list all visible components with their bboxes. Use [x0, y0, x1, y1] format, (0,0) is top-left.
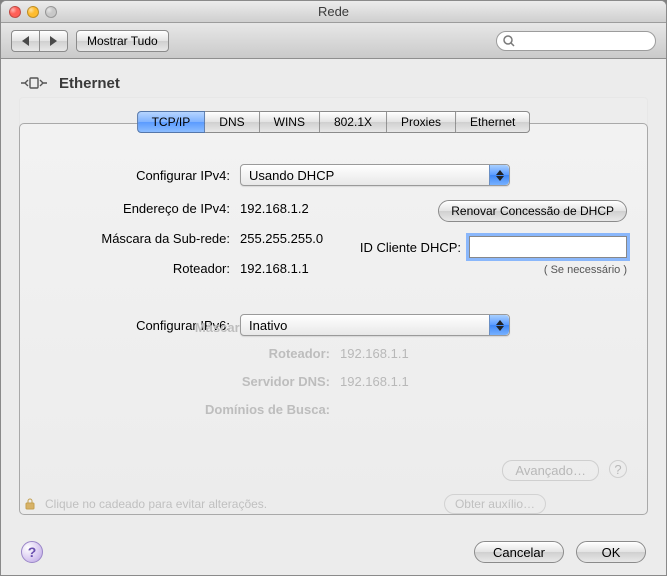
dhcp-client-id-input[interactable] — [469, 236, 627, 258]
close-icon[interactable] — [9, 6, 21, 18]
search-field[interactable] — [496, 31, 656, 51]
interface-header: Ethernet — [19, 73, 648, 93]
dhcp-client-id-label: ID Cliente DHCP: — [360, 240, 461, 255]
tab-proxies[interactable]: Proxies — [387, 111, 456, 133]
ghost-row: Servidor DNS:192.168.1.1 — [160, 374, 617, 389]
ghost-lock-row: Clique no cadeado para evitar alterações… — [23, 497, 267, 511]
dialog-footer: ? Cancelar OK — [1, 529, 666, 575]
tab-dns[interactable]: DNS — [205, 111, 259, 133]
window-title: Rede — [1, 4, 666, 19]
search-icon — [503, 35, 515, 47]
nav-buttons — [11, 30, 68, 52]
tcpip-pane: Máscara de Sub-rede:255.255.255.0 Rotead… — [19, 123, 648, 515]
ipv6-method-value: Inativo — [249, 318, 287, 333]
ipv4-mask-label: Máscara da Sub-rede: — [40, 231, 230, 246]
ipv4-router-label: Roteador: — [40, 261, 230, 276]
ipv6-method-dropdown[interactable]: Inativo — [240, 314, 510, 336]
ethernet-icon — [19, 73, 49, 93]
traffic-lights — [9, 6, 57, 18]
ipv4-configure-label: Configurar IPv4: — [40, 168, 230, 183]
minimize-icon[interactable] — [27, 6, 39, 18]
ipv4-router-value: 192.168.1.1 — [240, 261, 323, 276]
dropdown-arrows-icon — [489, 315, 509, 335]
preferences-window: Rede Mostrar Tudo — [0, 0, 667, 576]
ipv4-method-dropdown[interactable]: Usando DHCP — [240, 164, 510, 186]
dropdown-arrows-icon — [489, 165, 509, 185]
content-area: Ethernet TCP/IP DNS WINS 802.1X Proxies … — [1, 59, 666, 529]
zoom-icon[interactable] — [45, 6, 57, 18]
ghost-advanced: Avançado… ? — [160, 460, 627, 481]
dhcp-client-id-hint: ( Se necessário ) — [544, 264, 627, 276]
ipv4-address-label: Endereço de IPv4: — [40, 201, 230, 216]
tab-panel: TCP/IP DNS WINS 802.1X Proxies Ethernet … — [19, 111, 648, 515]
tab-tcpip[interactable]: TCP/IP — [137, 111, 206, 133]
ipv4-form: Configurar IPv4: Usando DHCP Endereço de… — [40, 164, 627, 336]
help-button[interactable]: ? — [21, 541, 43, 563]
back-button[interactable] — [11, 30, 39, 52]
ipv4-mask-value: 255.255.255.0 — [240, 231, 323, 246]
search-input[interactable] — [519, 33, 667, 49]
ok-button[interactable]: OK — [576, 541, 646, 563]
titlebar: Rede — [1, 1, 666, 23]
tab-wins[interactable]: WINS — [260, 111, 320, 133]
forward-button[interactable] — [39, 30, 68, 52]
ipv4-address-value: 192.168.1.2 — [240, 201, 323, 216]
tabbar: TCP/IP DNS WINS 802.1X Proxies Ethernet — [137, 111, 531, 133]
tab-ethernet[interactable]: Ethernet — [456, 111, 530, 133]
interface-title: Ethernet — [59, 75, 120, 92]
chevron-right-icon — [50, 36, 57, 46]
ipv4-method-value: Usando DHCP — [249, 168, 334, 183]
toolbar: Mostrar Tudo — [1, 23, 666, 59]
ghost-row: Roteador:192.168.1.1 — [160, 346, 617, 361]
cancel-button[interactable]: Cancelar — [474, 541, 564, 563]
ipv6-configure-label: Configurar IPv6: — [40, 318, 230, 333]
ghost-row: Domínios de Busca: — [160, 402, 617, 417]
renew-dhcp-button[interactable]: Renovar Concessão de DHCP — [438, 200, 627, 222]
ghost-help-btn: Obter auxílio… — [444, 497, 546, 511]
tab-8021x[interactable]: 802.1X — [320, 111, 387, 133]
lock-icon — [23, 497, 37, 511]
chevron-left-icon — [22, 36, 29, 46]
show-all-button[interactable]: Mostrar Tudo — [76, 30, 169, 52]
